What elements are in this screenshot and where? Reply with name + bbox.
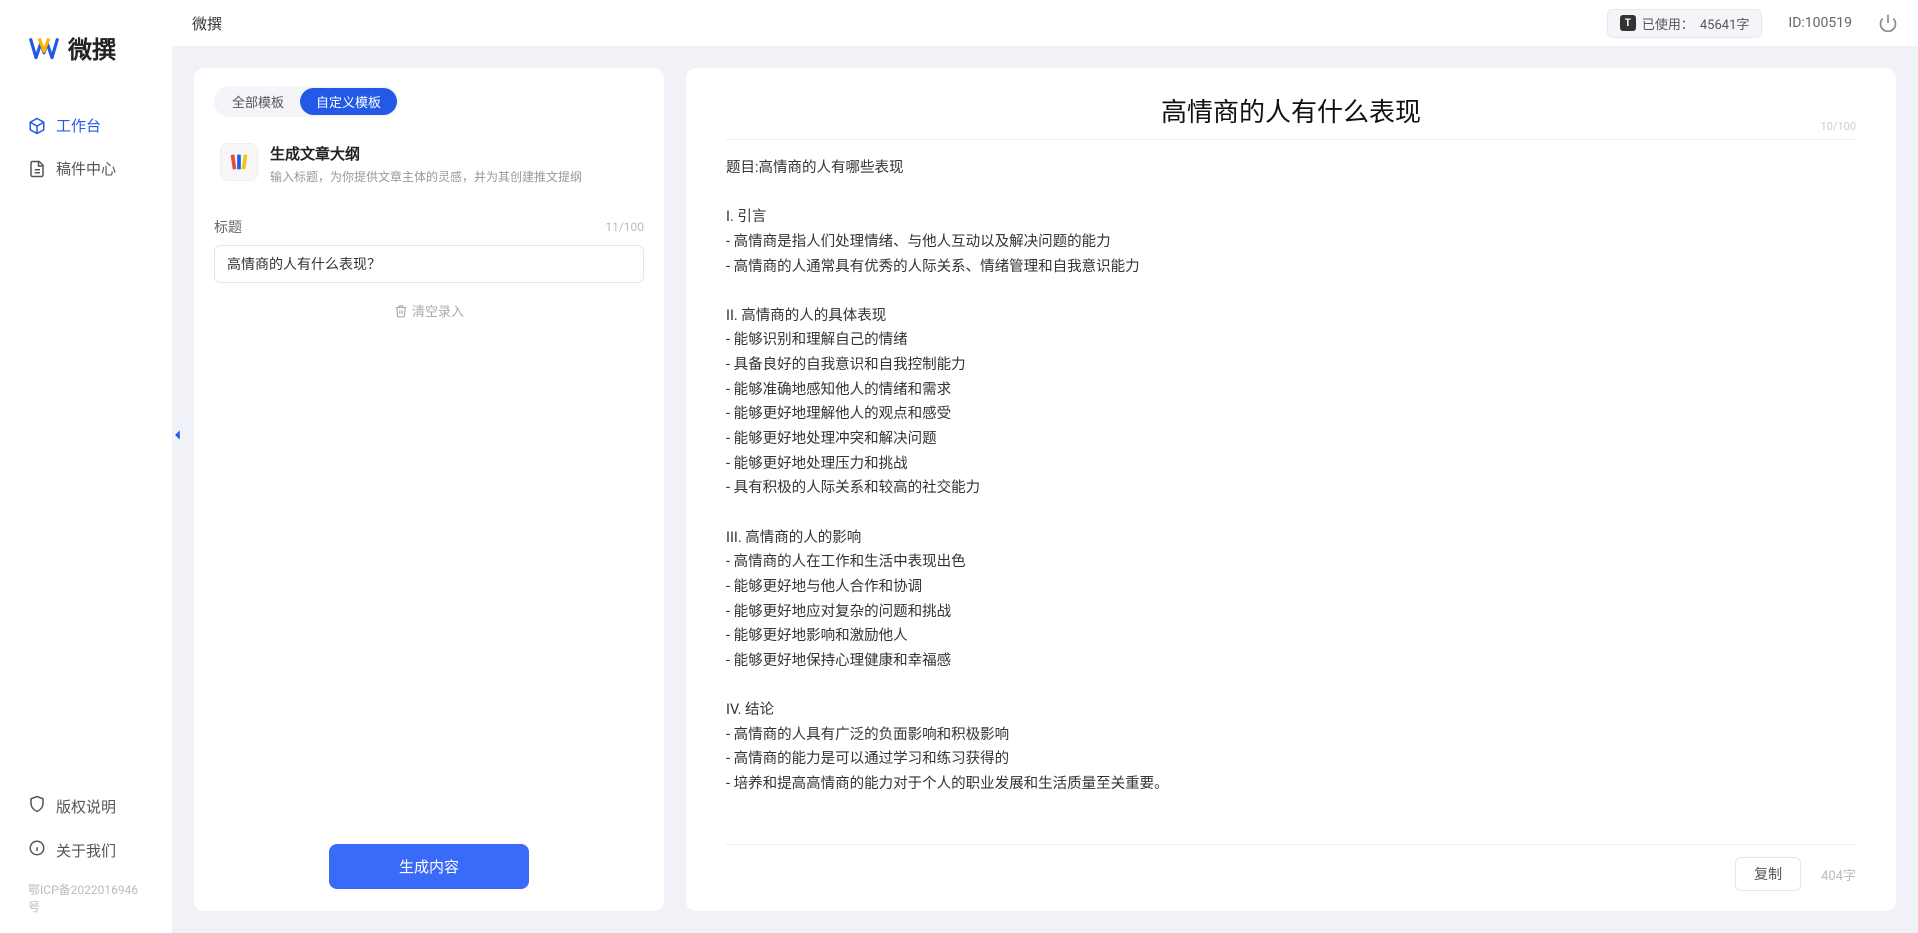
logo-text: 微撰	[68, 30, 116, 65]
doc-body[interactable]: 题目:高情商的人有哪些表现 I. 引言 - 高情商是指人们处理情绪、与他人互动以…	[726, 156, 1856, 828]
page-title: 微撰	[192, 13, 222, 34]
template-card: 生成文章大纲 输入标题，为你提供文章主体的灵感，并为其创建推文提纲	[214, 133, 644, 205]
copy-button[interactable]: 复制	[1735, 857, 1801, 891]
info-icon	[28, 839, 46, 861]
shield-icon	[28, 795, 46, 817]
template-meta: 生成文章大纲 输入标题，为你提供文章主体的灵感，并为其创建推文提纲	[270, 143, 582, 185]
main-area: 微撰 T 已使用： 45641字 ID:100519 全部模板 自定义模板	[172, 0, 1918, 933]
title-input[interactable]	[214, 245, 644, 283]
user-id: ID:100519	[1774, 15, 1866, 31]
doc-footer: 复制 404字	[726, 844, 1856, 891]
text-icon: T	[1620, 15, 1636, 31]
usage-prefix: 已使用：	[1642, 14, 1694, 33]
logo-mark-icon	[28, 32, 60, 64]
template-subtitle: 输入标题，为你提供文章主体的灵感，并为其创建推文提纲	[270, 168, 582, 185]
sidebar-bottom: 版权说明 关于我们 鄂ICP备2022016946号	[0, 785, 172, 923]
sidebar: 微撰 工作台 稿件中心 版权说明	[0, 0, 172, 933]
sidebar-item-label: 稿件中心	[56, 158, 116, 179]
icp-text: 鄂ICP备2022016946号	[0, 873, 172, 923]
clear-input-button[interactable]: 清空录入	[214, 301, 644, 320]
power-icon[interactable]	[1878, 13, 1898, 33]
sidebar-item-workspace[interactable]: 工作台	[0, 105, 172, 146]
trash-icon	[394, 304, 408, 318]
generate-wrap: 生成内容	[214, 844, 644, 889]
app-root: 微撰 工作台 稿件中心 版权说明	[0, 0, 1918, 933]
usage-value: 45641字	[1700, 14, 1750, 33]
sidebar-item-label: 工作台	[56, 115, 101, 136]
word-count: 404字	[1821, 865, 1856, 884]
title-label: 标题	[214, 217, 242, 237]
doc-title-counter: 10/100	[1821, 120, 1856, 133]
topbar: 微撰 T 已使用： 45641字 ID:100519	[172, 0, 1918, 46]
logo[interactable]: 微撰	[0, 30, 172, 105]
sidebar-item-about[interactable]: 关于我们	[0, 829, 172, 871]
sidebar-item-copyright[interactable]: 版权说明	[0, 785, 172, 827]
sidebar-item-label: 关于我们	[56, 840, 116, 861]
document-icon	[28, 160, 46, 178]
tab-custom-templates[interactable]: 自定义模板	[300, 88, 397, 115]
cube-icon	[28, 117, 46, 135]
doc-header: 高情商的人有什么表现 10/100	[726, 92, 1856, 140]
left-panel: 全部模板 自定义模板 生成文章大纲 输入标题，为你提供文章主体的灵感，并为其创建…	[194, 68, 664, 911]
usage-badge[interactable]: T 已使用： 45641字	[1607, 9, 1763, 38]
sidebar-item-label: 版权说明	[56, 796, 116, 817]
title-label-row: 标题 11/100	[214, 217, 644, 237]
generate-button[interactable]: 生成内容	[329, 844, 529, 889]
template-books-icon	[220, 143, 258, 181]
doc-title: 高情商的人有什么表现	[726, 92, 1856, 129]
template-title: 生成文章大纲	[270, 143, 582, 164]
right-panel: 高情商的人有什么表现 10/100 题目:高情商的人有哪些表现 I. 引言 - …	[686, 68, 1896, 911]
title-char-counter: 11/100	[605, 220, 644, 234]
sidebar-nav: 工作台 稿件中心	[0, 105, 172, 189]
clear-label: 清空录入	[412, 301, 464, 320]
sidebar-item-drafts[interactable]: 稿件中心	[0, 148, 172, 189]
template-tabs: 全部模板 自定义模板	[214, 86, 399, 117]
content-row: 全部模板 自定义模板 生成文章大纲 输入标题，为你提供文章主体的灵感，并为其创建…	[172, 46, 1918, 933]
tab-all-templates[interactable]: 全部模板	[216, 88, 300, 115]
collapse-sidebar-handle[interactable]	[172, 424, 188, 446]
